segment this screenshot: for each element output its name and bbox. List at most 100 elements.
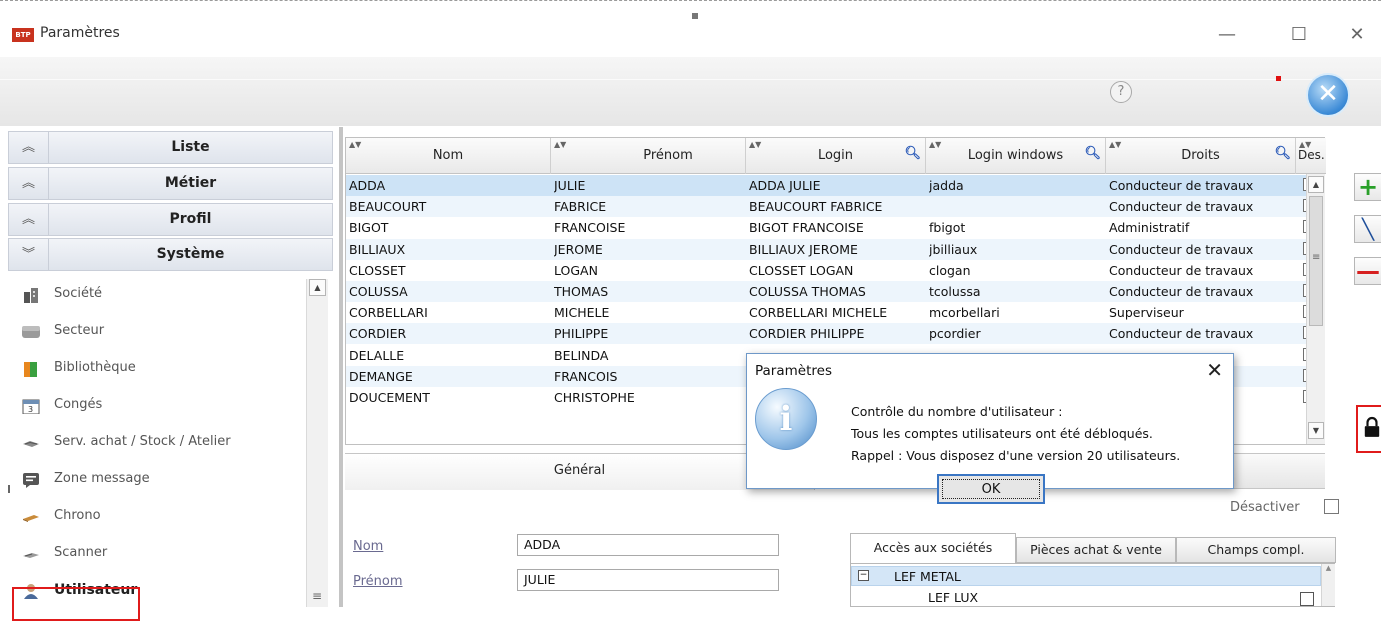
- chevron-up-icon: ︽: [9, 204, 49, 235]
- table-cell: Conducteur de travaux: [1109, 284, 1254, 299]
- sidebar-item-label: Zone message: [54, 471, 150, 486]
- table-cell: CORBELLARI MICHELE: [749, 305, 888, 321]
- ok-button[interactable]: OK: [937, 474, 1045, 504]
- minimize-button[interactable]: —: [1212, 23, 1242, 47]
- top-toolbar: [0, 56, 1381, 126]
- table-cell: CLOSSET LOGAN: [749, 262, 854, 278]
- sidebar-item-label: Société: [54, 286, 103, 301]
- table-cell: PHILIPPE: [554, 326, 609, 342]
- window-title: Paramètres: [40, 25, 120, 41]
- sidebar-item-societe[interactable]: Société: [8, 277, 308, 314]
- table-row[interactable]: COLUSSA THOMAS COLUSSA THOMAS tcolussa Condu…: [346, 281, 1316, 302]
- table-row[interactable]: BIGOT FRANCOISE BIGOT FRANCOISE fbigot Admin…: [346, 217, 1316, 238]
- scroll-thumb[interactable]: ≡: [1309, 196, 1323, 326]
- sidebar-item-zone-message[interactable]: Zone message: [8, 462, 308, 499]
- lock-icon[interactable]: [1363, 416, 1381, 438]
- accordion-metier[interactable]: ︽ Métier: [8, 167, 333, 200]
- column-header-login[interactable]: ▲▼ Login 🔍︎: [746, 138, 926, 174]
- table-row[interactable]: CORDIER PHILIPPE CORDIER PHILIPPE pcordier C…: [346, 323, 1316, 345]
- table-cell: Administratif: [1109, 220, 1190, 236]
- table-cell: Conducteur de travaux: [1109, 241, 1254, 257]
- scroll-down-icon[interactable]: ▼: [1308, 422, 1324, 439]
- column-header-des[interactable]: ▲▼ Des.: [1296, 138, 1326, 174]
- tree-node-root[interactable]: − LEF METAL: [851, 566, 1321, 586]
- table-cell: Superviseur: [1109, 305, 1184, 321]
- table-cell: tcolussa: [929, 284, 981, 299]
- scroll-up-icon[interactable]: ▲: [309, 279, 326, 296]
- sidebar-item-serv-achat[interactable]: Serv. achat / Stock / Atelier: [8, 425, 308, 462]
- info-icon: i: [755, 388, 817, 450]
- tab-pieces-achat-vente[interactable]: Pièces achat & vente: [1016, 537, 1176, 563]
- tab-general[interactable]: Général: [345, 454, 815, 490]
- table-cell: BILLIAUX JEROME: [749, 241, 858, 257]
- table-cell: BELINDA: [554, 347, 609, 363]
- table-row[interactable]: BEAUCOURT FABRICE BEAUCOURT FABRICE Conduct…: [346, 196, 1316, 218]
- table-row[interactable]: ADDA JULIE ADDA JULIE jadda Conducteur de tr…: [346, 175, 1316, 196]
- accordion-profil[interactable]: ︽ Profil: [8, 203, 333, 236]
- sort-icon: ▲▼: [554, 140, 567, 149]
- sidebar-scrollbar[interactable]: ▲ ≡: [306, 279, 328, 607]
- column-header-droits[interactable]: ▲▼ Droits 🔍︎: [1106, 138, 1296, 174]
- tab-acces-societes[interactable]: Accès aux sociétés: [850, 533, 1016, 563]
- scroll-up-icon[interactable]: ▲: [1308, 176, 1324, 193]
- table-cell: clogan: [929, 262, 971, 278]
- table-cell: BIGOT: [349, 220, 389, 236]
- application-window: BTP Paramètres — ☐ ✕ ? ✕ ︽ Liste ︽ Métie…: [0, 0, 1381, 621]
- close-window-button[interactable]: ✕: [1342, 23, 1372, 47]
- column-header-prenom[interactable]: ▲▼ Prénom: [551, 138, 746, 174]
- search-icon[interactable]: 🔍︎: [1084, 146, 1101, 161]
- app-logo: BTP: [12, 28, 34, 42]
- table-cell: fbigot: [929, 220, 966, 236]
- tree-node-checkbox[interactable]: [1300, 592, 1314, 606]
- dialog-close-button[interactable]: ✕: [1206, 358, 1223, 382]
- close-settings-button[interactable]: ✕: [1306, 73, 1350, 117]
- nom-field[interactable]: ADDA: [517, 534, 779, 556]
- panel-splitter[interactable]: [339, 127, 343, 607]
- prenom-field[interactable]: JULIE: [517, 569, 779, 591]
- help-icon[interactable]: ?: [1110, 81, 1132, 103]
- message-icon: [23, 473, 39, 488]
- table-cell: COLUSSA THOMAS: [749, 284, 866, 299]
- add-button[interactable]: +: [1354, 173, 1381, 201]
- grid-header: ▲▼ Nom ▲▼ Prénom ▲▼ Login 🔍︎ ▲▼ Login wi…: [346, 138, 1326, 174]
- search-icon[interactable]: 🔍︎: [904, 146, 921, 161]
- table-cell: JULIE: [554, 178, 586, 193]
- sidebar-item-conges[interactable]: 3 Congés: [8, 388, 308, 425]
- column-header-login-windows[interactable]: ▲▼ Login windows 🔍︎: [926, 138, 1106, 174]
- sidebar-item-scanner[interactable]: Scanner: [8, 536, 308, 573]
- search-icon[interactable]: 🔍︎: [1274, 146, 1291, 161]
- desactiver-label: Désactiver: [1230, 500, 1300, 515]
- collapse-icon[interactable]: −: [858, 570, 869, 581]
- desactiver-checkbox[interactable]: [1324, 499, 1339, 514]
- table-cell: DELALLE: [349, 347, 405, 363]
- tools-icon: [23, 441, 39, 447]
- chevron-down-icon: ︾: [9, 239, 49, 270]
- table-cell: Conducteur de travaux: [1109, 326, 1254, 342]
- table-cell: FABRICE: [554, 199, 607, 215]
- accordion-liste[interactable]: ︽ Liste: [8, 131, 333, 164]
- edit-button[interactable]: ╲: [1354, 215, 1381, 243]
- table-row[interactable]: BILLIAUX JEROME BILLIAUX JEROME jbilliaux Co…: [346, 238, 1316, 260]
- sidebar-item-secteur[interactable]: Secteur: [8, 314, 308, 351]
- grid-scrollbar[interactable]: ▲ ≡ ▼: [1306, 174, 1325, 444]
- tree-scrollbar[interactable]: ▲: [1321, 564, 1335, 606]
- column-header-nom[interactable]: ▲▼ Nom: [346, 138, 551, 174]
- sidebar-item-label: Serv. achat / Stock / Atelier: [54, 434, 231, 449]
- accordion-systeme[interactable]: ︾ Système: [8, 238, 333, 271]
- maximize-button[interactable]: ☐: [1284, 23, 1314, 47]
- left-navigation: ︽ Liste ︽ Métier ︽ Profil ︾ Système Soci…: [0, 127, 338, 621]
- tab-champs-compl[interactable]: Champs compl.: [1176, 537, 1336, 563]
- table-cell: Conducteur de travaux: [1109, 199, 1254, 215]
- table-row[interactable]: CORBELLARI MICHELE CORBELLARI MICHELE mcorb…: [346, 302, 1316, 323]
- table-cell: BILLIAUX: [349, 241, 406, 257]
- table-cell: JEROME: [554, 241, 603, 257]
- table-cell: FRANCOIS: [554, 368, 618, 384]
- tree-node-child[interactable]: LEF LUX: [928, 590, 978, 605]
- accordion-label: Métier: [164, 175, 217, 191]
- chevron-up-icon: ︽: [9, 132, 49, 163]
- prenom-label: Prénom: [353, 574, 403, 589]
- sidebar-item-chrono[interactable]: Chrono: [8, 499, 308, 536]
- sidebar-item-bibliotheque[interactable]: Bibliothèque: [8, 351, 308, 388]
- table-row[interactable]: CLOSSET LOGAN CLOSSET LOGAN clogan Conducteu…: [346, 260, 1316, 281]
- delete-button[interactable]: —: [1354, 257, 1381, 285]
